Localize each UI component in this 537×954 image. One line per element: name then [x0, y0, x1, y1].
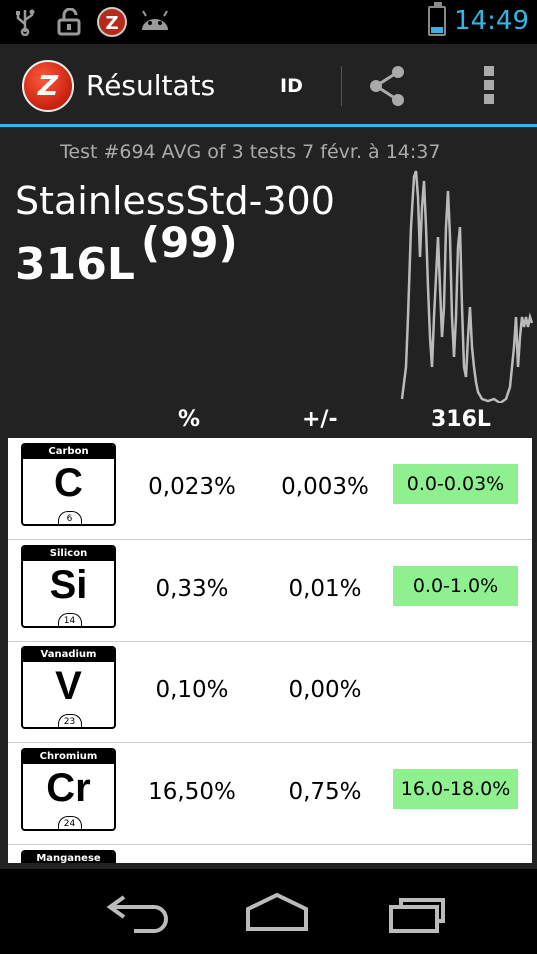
id-button[interactable]: ID [280, 75, 303, 97]
column-header-error: +/- [302, 407, 338, 432]
atomic-number: 23 [57, 714, 82, 727]
error-value: 0,75% [288, 779, 362, 805]
android-icon [142, 10, 168, 30]
recent-apps-icon[interactable] [385, 891, 455, 935]
column-header-percent: % [178, 407, 201, 432]
back-icon[interactable] [104, 891, 174, 935]
element-tile: Vanadium V 23 [21, 646, 116, 729]
element-table[interactable]: Carbon C 6 0,023% 0,003% 0.0-0.03% Silic… [8, 438, 532, 863]
error-value: 0,01% [288, 576, 362, 602]
grade-range: 16.0-18.0% [393, 769, 518, 809]
grade-name: 316L [15, 239, 135, 290]
column-header-grade: 316L [431, 407, 491, 432]
element-symbol: V [55, 664, 82, 708]
home-icon[interactable] [242, 891, 312, 935]
alloy-family: StainlessStd-300 [15, 179, 335, 223]
element-symbol: C [54, 461, 83, 505]
share-icon[interactable] [366, 64, 410, 108]
error-value: 0,00% [288, 677, 362, 703]
element-tile: Carbon C 6 [21, 443, 116, 526]
page-title: Résultats [86, 69, 216, 102]
percent-value: 0,10% [155, 677, 229, 703]
percent-value: 16,50% [148, 779, 236, 805]
status-bar: Z 14:49 [0, 0, 537, 44]
element-name: Manganese [23, 852, 114, 863]
element-name: Chromium [23, 750, 114, 764]
element-symbol: Cr [46, 766, 91, 810]
grade-range: 0.0-1.0% [393, 566, 518, 606]
match-score: (99) [140, 218, 238, 267]
percent-value: 0,33% [155, 576, 229, 602]
clock: 14:49 [454, 6, 529, 36]
navigation-bar [0, 869, 537, 954]
error-value: 0,003% [281, 474, 369, 500]
atomic-number: 6 [57, 511, 82, 524]
element-symbol: Si [49, 563, 88, 607]
overflow-menu-icon[interactable] [478, 66, 500, 110]
table-row[interactable]: Carbon C 6 0,023% 0,003% 0.0-0.03% [8, 438, 532, 540]
element-name: Silicon [23, 547, 114, 561]
battery-icon [428, 2, 446, 36]
app-z-icon: Z [97, 7, 127, 37]
results-panel: Test #694 AVG of 3 tests 7 févr. à 14:37… [0, 127, 537, 869]
test-subtitle: Test #694 AVG of 3 tests 7 févr. à 14:37 [60, 141, 441, 163]
grade-range: 0.0-0.03% [393, 464, 518, 504]
usb-icon [16, 9, 35, 36]
svg-text:Z: Z [105, 13, 118, 34]
table-row[interactable]: Chromium Cr 24 16,50% 0,75% 16.0-18.0% [8, 743, 532, 845]
element-name: Vanadium [23, 648, 114, 662]
table-row[interactable]: Vanadium V 23 0,10% 0,00% [8, 641, 532, 743]
unlock-icon [57, 8, 81, 36]
percent-value: 0,023% [148, 474, 236, 500]
logo-letter: Z [37, 69, 59, 102]
app-logo-icon[interactable]: Z [22, 60, 74, 112]
action-bar: Z Résultats ID [0, 44, 537, 124]
table-row[interactable]: Manganese [8, 845, 532, 863]
element-name: Carbon [23, 445, 114, 459]
atomic-number: 14 [57, 613, 82, 626]
element-tile: Silicon Si 14 [21, 545, 116, 628]
table-row[interactable]: Silicon Si 14 0,33% 0,01% 0.0-1.0% [8, 540, 532, 642]
spectrum-graph [400, 170, 534, 403]
atomic-number: 24 [57, 816, 82, 829]
element-tile: Chromium Cr 24 [21, 748, 116, 831]
grade-label: 316L (99) [15, 218, 238, 290]
element-tile: Manganese [21, 850, 116, 863]
action-divider [341, 66, 342, 106]
